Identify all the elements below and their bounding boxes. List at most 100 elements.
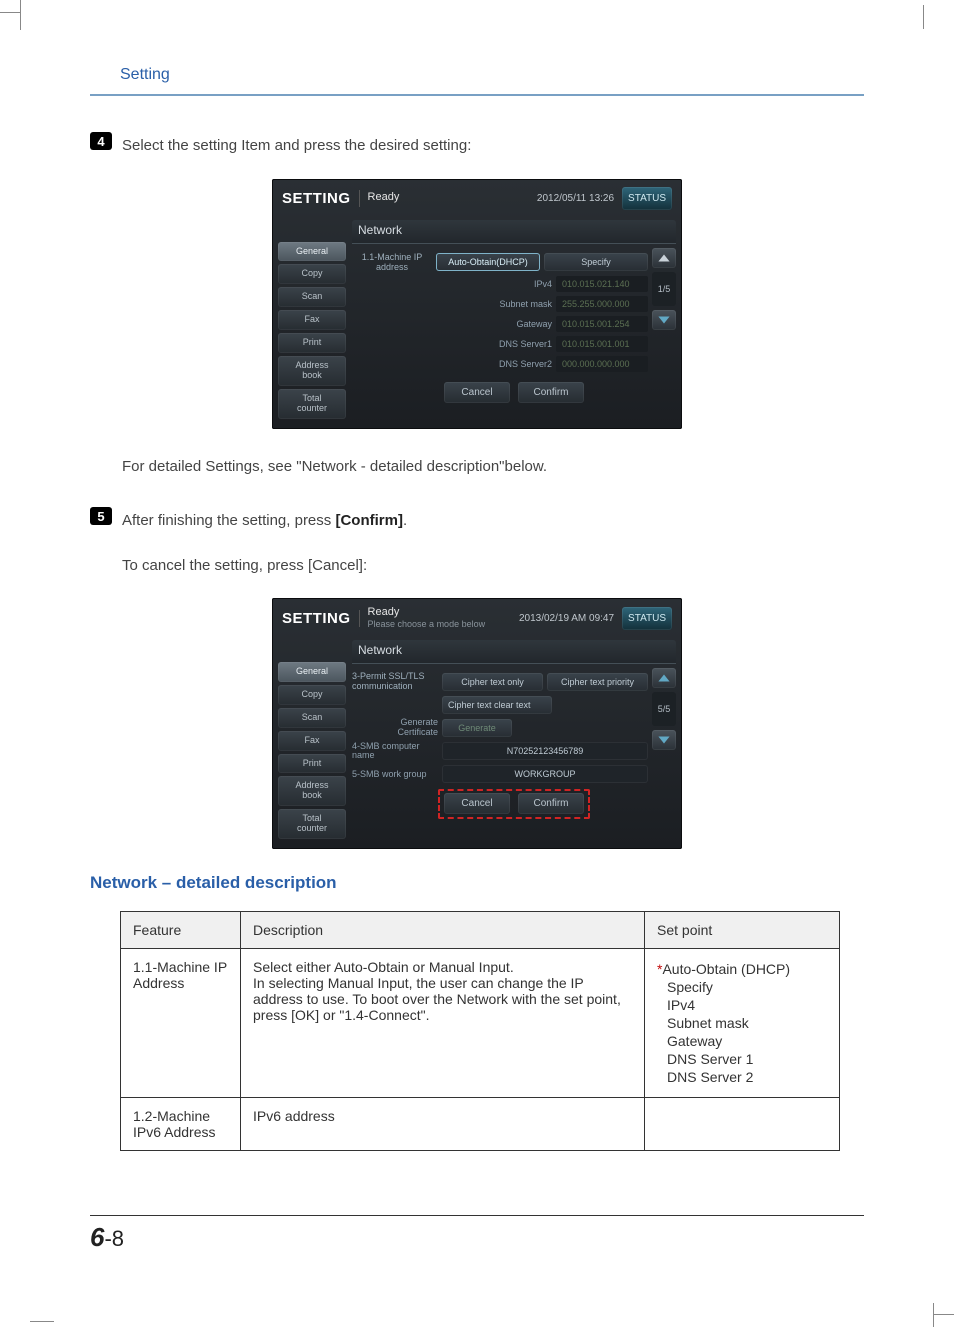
detail-ref-post: below. bbox=[505, 458, 548, 475]
item-ssl-label: 3-Permit SSL/TLScommunication bbox=[352, 672, 438, 692]
cancel-button[interactable]: Cancel bbox=[444, 793, 510, 814]
opt-auto-obtain[interactable]: Auto-Obtain(DHCP) bbox=[436, 253, 540, 271]
lbl-gateway: Gateway bbox=[352, 319, 552, 329]
step-4-text: Select the setting Item and press the de… bbox=[122, 132, 471, 161]
step-5-pre: After finishing the setting, press bbox=[122, 512, 335, 529]
tab-scan[interactable]: Scan bbox=[278, 708, 346, 728]
subheading-network-desc: Network – detailed description bbox=[90, 873, 864, 893]
page-indicator: 5/5 bbox=[652, 692, 676, 726]
tab-fax[interactable]: Fax bbox=[278, 310, 346, 330]
step-5-cancel-post: : bbox=[363, 557, 367, 574]
step-5-cancel-line: To cancel the setting, press [Cancel]: bbox=[122, 552, 864, 581]
triangle-up-icon bbox=[657, 252, 671, 264]
smb-workgroup-value[interactable]: WORKGROUP bbox=[442, 765, 648, 783]
step-5-badge: 5 bbox=[90, 507, 112, 525]
tab-address-book[interactable]: Address book bbox=[278, 356, 346, 386]
tab-copy[interactable]: Copy bbox=[278, 264, 346, 284]
triangle-up-icon bbox=[657, 672, 671, 684]
cell-setpoint: *Auto-Obtain (DHCP) Specify IPv4 Subnet … bbox=[645, 949, 840, 1098]
section-title: Setting bbox=[120, 66, 864, 84]
lbl-ipv4: IPv4 bbox=[352, 279, 552, 289]
val-dns1[interactable]: 010.015.001.001 bbox=[556, 336, 648, 352]
generate-button[interactable]: Generate bbox=[442, 719, 512, 737]
tab-print[interactable]: Print bbox=[278, 754, 346, 774]
item-smb-name-label: 4-SMB computer name bbox=[352, 742, 438, 762]
opt-cipher-priority[interactable]: Cipher text priority bbox=[547, 673, 648, 691]
cell-description: Select either Auto-Obtain or Manual Inpu… bbox=[241, 949, 645, 1098]
panel-section: Network bbox=[352, 220, 676, 244]
panel-timestamp: 2013/02/19 AM 09:47 bbox=[519, 613, 614, 624]
panel-section: Network bbox=[352, 640, 676, 664]
status-button[interactable]: STATUS bbox=[622, 607, 672, 630]
status-button[interactable]: STATUS bbox=[622, 187, 672, 210]
val-ipv4[interactable]: 010.015.021.140 bbox=[556, 276, 648, 292]
detail-reference: For detailed Settings, see "Network - de… bbox=[122, 453, 864, 482]
step-5-cancel-pre: To cancel the setting, press bbox=[122, 557, 308, 574]
val-dns2[interactable]: 000.000.000.000 bbox=[556, 356, 648, 372]
arrow-up-button[interactable] bbox=[652, 248, 676, 268]
tab-total-counter[interactable]: Total counter bbox=[278, 389, 346, 419]
confirm-button[interactable]: Confirm bbox=[518, 382, 584, 403]
lbl-dns1: DNS Server1 bbox=[352, 339, 552, 349]
page-number: 6-8 bbox=[90, 1222, 864, 1253]
tab-total-counter[interactable]: Total counter bbox=[278, 809, 346, 839]
step-5-text: After finishing the setting, press [Conf… bbox=[122, 507, 407, 536]
detail-ref-pre: For detailed Settings, see bbox=[122, 458, 296, 475]
crop-mark-tr bbox=[894, 5, 924, 29]
cell-setpoint bbox=[645, 1098, 840, 1151]
tab-general[interactable]: General bbox=[278, 662, 346, 682]
desc-end: . bbox=[426, 1007, 430, 1023]
opt-cipher-clear[interactable]: Cipher text clear text bbox=[442, 696, 552, 714]
desc-ok: [OK] bbox=[291, 1007, 319, 1023]
opt-specify[interactable]: Specify bbox=[544, 253, 648, 271]
r1-prefix: 3- bbox=[352, 671, 360, 681]
page-number-page: -8 bbox=[104, 1226, 124, 1251]
side-tabs: General Copy Scan Fax Print Address book… bbox=[278, 242, 346, 419]
triangle-down-icon bbox=[657, 734, 671, 746]
network-description-table: Feature Description Set point 1.1-Machin… bbox=[120, 911, 840, 1151]
panel-ready: Ready bbox=[368, 606, 486, 619]
item-gen-cert-label: Generate Certificate bbox=[352, 718, 438, 738]
confirm-button[interactable]: Confirm bbox=[518, 793, 584, 814]
tab-copy[interactable]: Copy bbox=[278, 685, 346, 705]
arrow-down-button[interactable] bbox=[652, 730, 676, 750]
sp-subnet: Subnet mask bbox=[667, 1015, 827, 1031]
desc-connect: "1.4-Connect" bbox=[339, 1007, 425, 1023]
val-subnet[interactable]: 255.255.000.000 bbox=[556, 296, 648, 312]
desc-or: or bbox=[319, 1007, 339, 1023]
page-indicator: 1/5 bbox=[652, 272, 676, 306]
crop-mark-bl bbox=[30, 1292, 60, 1322]
crop-mark-br bbox=[904, 1297, 934, 1327]
smb-name-value[interactable]: N70252123456789 bbox=[442, 742, 648, 760]
tab-fax[interactable]: Fax bbox=[278, 731, 346, 751]
tab-general[interactable]: General bbox=[278, 242, 346, 262]
panel-sub: Please choose a mode below bbox=[368, 619, 486, 630]
arrow-up-button[interactable] bbox=[652, 668, 676, 688]
lbl-dns2: DNS Server2 bbox=[352, 359, 552, 369]
step-4-badge: 4 bbox=[90, 132, 112, 150]
arrow-down-button[interactable] bbox=[652, 310, 676, 330]
cell-description: IPv6 address bbox=[241, 1098, 645, 1151]
table-row: 1.2-Machine IPv6 Address IPv6 address bbox=[121, 1098, 840, 1151]
step-5: 5 After finishing the setting, press [Co… bbox=[90, 507, 864, 536]
sp-specify: Specify bbox=[667, 979, 827, 995]
tab-print[interactable]: Print bbox=[278, 333, 346, 353]
triangle-down-icon bbox=[657, 314, 671, 326]
device-screenshot-2: SETTING Ready Please choose a mode below… bbox=[272, 598, 682, 849]
desc-l1: Select either Auto-Obtain or Manual Inpu… bbox=[253, 959, 514, 975]
sp-auto: Auto-Obtain (DHCP) bbox=[662, 961, 790, 977]
panel-timestamp: 2012/05/11 13:26 bbox=[537, 193, 614, 204]
footer-divider bbox=[90, 1215, 864, 1216]
panel-title: SETTING bbox=[282, 610, 360, 627]
tab-scan[interactable]: Scan bbox=[278, 287, 346, 307]
sp-dns2: DNS Server 2 bbox=[667, 1069, 827, 1085]
opt-cipher-only[interactable]: Cipher text only bbox=[442, 673, 543, 691]
item-1-1-label: 1.1-Machine IP address bbox=[352, 252, 432, 272]
cell-feature: 1.1-Machine IP Address bbox=[121, 949, 241, 1098]
cancel-button[interactable]: Cancel bbox=[444, 382, 510, 403]
panel-ready: Ready bbox=[368, 191, 400, 204]
sp-gateway: Gateway bbox=[667, 1033, 827, 1049]
val-gateway[interactable]: 010.015.001.254 bbox=[556, 316, 648, 332]
step-4: 4 Select the setting Item and press the … bbox=[90, 132, 864, 161]
tab-address-book[interactable]: Address book bbox=[278, 776, 346, 806]
